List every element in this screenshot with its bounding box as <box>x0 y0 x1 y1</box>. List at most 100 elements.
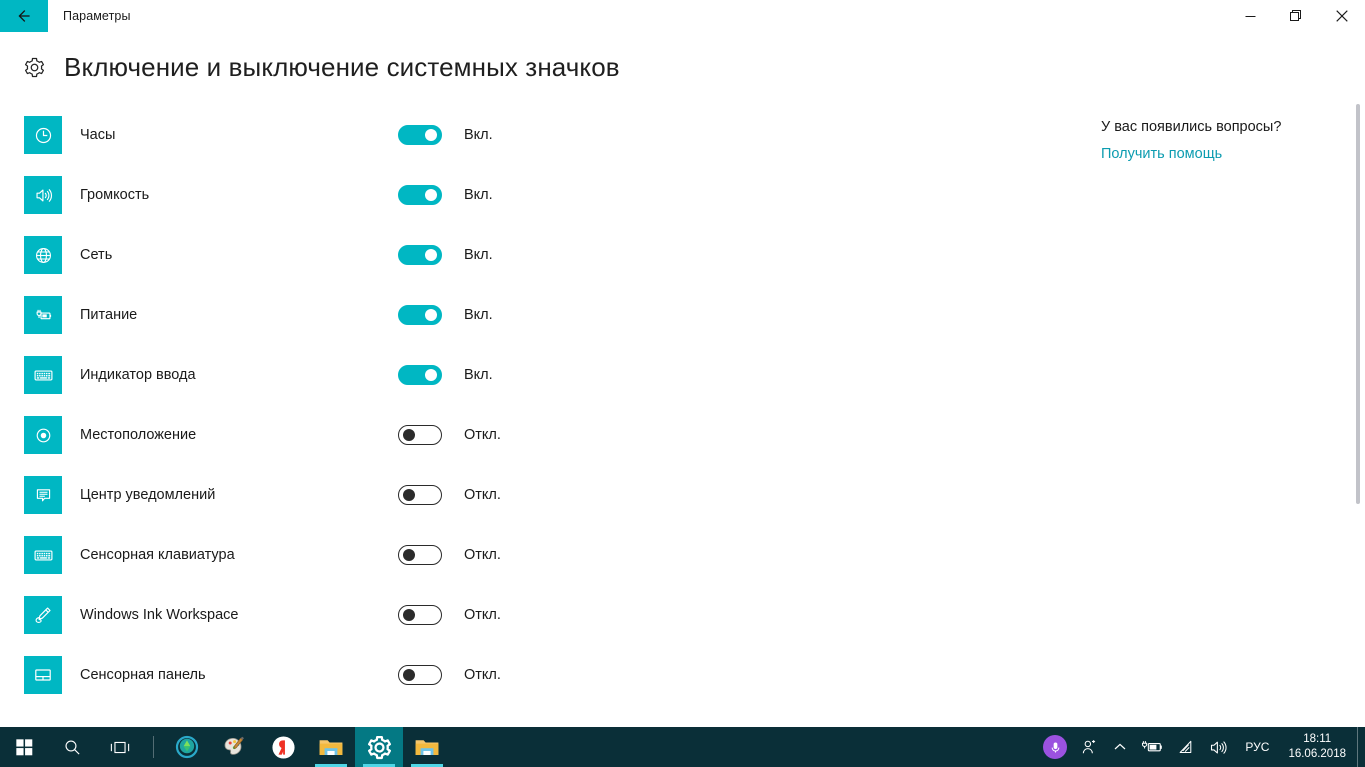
settings-window: Параметры Включение и выключение системн… <box>0 0 1365 767</box>
toggle-knob <box>403 489 415 501</box>
wifi-icon <box>1180 740 1192 754</box>
volume-button[interactable] <box>1202 727 1235 767</box>
wifi-button[interactable] <box>1170 727 1202 767</box>
gear-icon <box>22 56 46 80</box>
taskbar: РУС 18:11 16.06.2018 <box>0 727 1365 767</box>
toggle-area: Откл. <box>398 425 501 445</box>
touch-keyboard-icon <box>24 536 62 574</box>
toggle-area: Вкл. <box>398 365 493 385</box>
toggle-state-label: Вкл. <box>464 127 493 143</box>
location-icon <box>24 416 62 454</box>
settings-app-icon[interactable] <box>355 727 403 767</box>
microphone-icon <box>1051 741 1060 753</box>
setting-row-action-center: Центр уведомлений Откл. <box>24 465 1024 525</box>
setting-label: Питание <box>80 307 138 323</box>
toggle-state-label: Вкл. <box>464 247 493 263</box>
toggle-switch[interactable] <box>398 665 442 685</box>
toggle-switch[interactable] <box>398 545 442 565</box>
language-indicator[interactable]: РУС <box>1235 727 1279 767</box>
file-explorer-icon[interactable] <box>307 727 355 767</box>
show-hidden-icons-button[interactable] <box>1106 727 1134 767</box>
network-icon <box>24 236 62 274</box>
back-arrow-icon <box>18 10 30 22</box>
toggle-switch[interactable] <box>398 365 442 385</box>
clock-date: 16.06.2018 <box>1288 748 1346 760</box>
close-icon <box>1336 10 1348 22</box>
toggle-switch[interactable] <box>398 245 442 265</box>
get-help-link[interactable]: Получить помощь <box>1101 146 1222 162</box>
cortana-circle <box>1043 735 1068 759</box>
toggle-knob <box>403 549 415 561</box>
help-panel: У вас появились вопросы? Получить помощь <box>1101 119 1341 163</box>
toggle-switch[interactable] <box>398 605 442 625</box>
back-button[interactable] <box>0 0 48 32</box>
people-button[interactable] <box>1074 727 1106 767</box>
setting-label: Центр уведомлений <box>80 487 216 503</box>
toggle-knob <box>425 369 437 381</box>
clock-area[interactable]: 18:11 16.06.2018 <box>1279 727 1357 767</box>
setting-row-windows-ink: Windows Ink Workspace Откл. <box>24 585 1024 645</box>
file-explorer-icon-2[interactable] <box>403 727 451 767</box>
setting-label: Часы <box>80 127 116 143</box>
toggle-area: Вкл. <box>398 125 493 145</box>
toggle-knob <box>425 129 437 141</box>
toggle-knob <box>425 189 437 201</box>
globe-app-icon[interactable] <box>163 727 211 767</box>
task-view-icon <box>110 741 130 753</box>
setting-row-clock: Часы Вкл. <box>24 105 1024 165</box>
toggle-area: Откл. <box>398 545 501 565</box>
toggle-switch[interactable] <box>398 305 442 325</box>
toggle-switch[interactable] <box>398 125 442 145</box>
toggle-knob <box>403 609 415 621</box>
notification-icon <box>24 476 62 514</box>
keyboard-icon <box>24 356 62 394</box>
toggle-state-label: Откл. <box>464 667 501 683</box>
setting-label: Громкость <box>80 187 150 203</box>
setting-row-touchpad: Сенсорная панель Откл. <box>24 645 1024 705</box>
close-button[interactable] <box>1319 0 1365 32</box>
toggle-area: Откл. <box>398 485 501 505</box>
toggle-switch[interactable] <box>398 185 442 205</box>
clock-icon <box>24 116 62 154</box>
show-desktop-button[interactable] <box>1357 727 1365 767</box>
toggle-state-label: Откл. <box>464 607 501 623</box>
battery-charging-icon <box>1142 741 1163 752</box>
toggle-switch[interactable] <box>398 425 442 445</box>
cortana-button[interactable] <box>1036 727 1074 767</box>
toggle-state-label: Вкл. <box>464 187 493 203</box>
setting-row-volume: Громкость Вкл. <box>24 165 1024 225</box>
minimize-icon <box>1245 15 1255 17</box>
caption-buttons <box>1227 0 1365 32</box>
windows-start-icon <box>15 738 32 755</box>
setting-label: Сенсорная клавиатура <box>80 547 235 563</box>
battery-button[interactable] <box>1134 727 1170 767</box>
window-title: Параметры <box>63 9 131 23</box>
setting-row-network: Сеть Вкл. <box>24 225 1024 285</box>
setting-row-power: Питание Вкл. <box>24 285 1024 345</box>
toggle-knob <box>403 669 415 681</box>
toggle-switch[interactable] <box>398 485 442 505</box>
taskbar-divider <box>153 736 154 758</box>
yandex-browser-icon[interactable] <box>259 727 307 767</box>
search-icon <box>64 739 80 755</box>
search-button[interactable] <box>48 727 96 767</box>
start-button[interactable] <box>0 727 48 767</box>
system-icons-list: Часы Вкл. Громкость Вкл. Сеть Вкл. Питан… <box>24 105 1024 705</box>
paint-app-icon[interactable] <box>211 727 259 767</box>
toggle-knob <box>425 309 437 321</box>
scrollbar-thumb[interactable] <box>1356 104 1360 504</box>
page-header: Включение и выключение системных значков <box>22 52 620 83</box>
task-view-button[interactable] <box>96 727 144 767</box>
setting-label: Индикатор ввода <box>80 367 196 383</box>
toggle-area: Вкл. <box>398 305 493 325</box>
maximize-button[interactable] <box>1273 0 1319 32</box>
restore-icon <box>1290 10 1301 21</box>
people-icon <box>1083 739 1096 754</box>
chevron-up-icon <box>1115 743 1126 750</box>
pen-icon <box>24 596 62 634</box>
toggle-state-label: Откл. <box>464 547 501 563</box>
toggle-state-label: Откл. <box>464 487 501 503</box>
vertical-scrollbar[interactable] <box>1351 32 1365 720</box>
toggle-state-label: Вкл. <box>464 367 493 383</box>
minimize-button[interactable] <box>1227 0 1273 32</box>
